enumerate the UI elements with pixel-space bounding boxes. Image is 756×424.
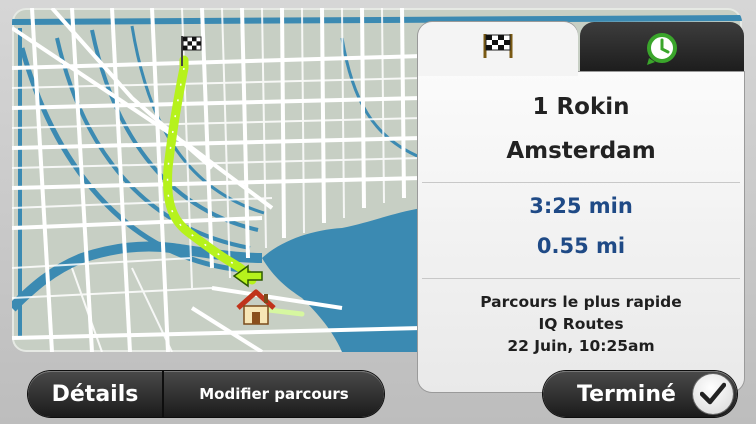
- modify-route-button[interactable]: Modifier parcours: [164, 371, 384, 417]
- done-button-label: Terminé: [577, 381, 676, 407]
- tab-time[interactable]: [580, 22, 744, 76]
- destination-details: 1 Rokin Amsterdam 3:25 min 0.55 mi Parco…: [418, 68, 744, 392]
- clock-icon: [647, 33, 677, 65]
- route-summary-screen: 1 Rokin Amsterdam 3:25 min 0.55 mi Parco…: [0, 0, 756, 424]
- arrival-time: 22 Juin, 10:25am: [507, 337, 655, 355]
- modify-route-button-label: Modifier parcours: [199, 385, 349, 403]
- travel-time: 3:25 min: [529, 194, 633, 218]
- details-button[interactable]: Détails: [28, 371, 162, 417]
- address-city: Amsterdam: [506, 138, 656, 164]
- route-info-panel: 1 Rokin Amsterdam 3:25 min 0.55 mi Parco…: [418, 22, 744, 392]
- divider: [422, 278, 740, 279]
- distance: 0.55 mi: [536, 234, 626, 258]
- checkered-flag-icon: [483, 34, 513, 58]
- done-button[interactable]: Terminé: [543, 371, 737, 417]
- checkmark-icon: [693, 374, 733, 414]
- routing-technology: IQ Routes: [538, 315, 624, 333]
- address-street: 1 Rokin: [532, 94, 630, 120]
- divider: [422, 182, 740, 183]
- route-type: Parcours le plus rapide: [480, 293, 682, 311]
- details-button-label: Détails: [51, 381, 139, 407]
